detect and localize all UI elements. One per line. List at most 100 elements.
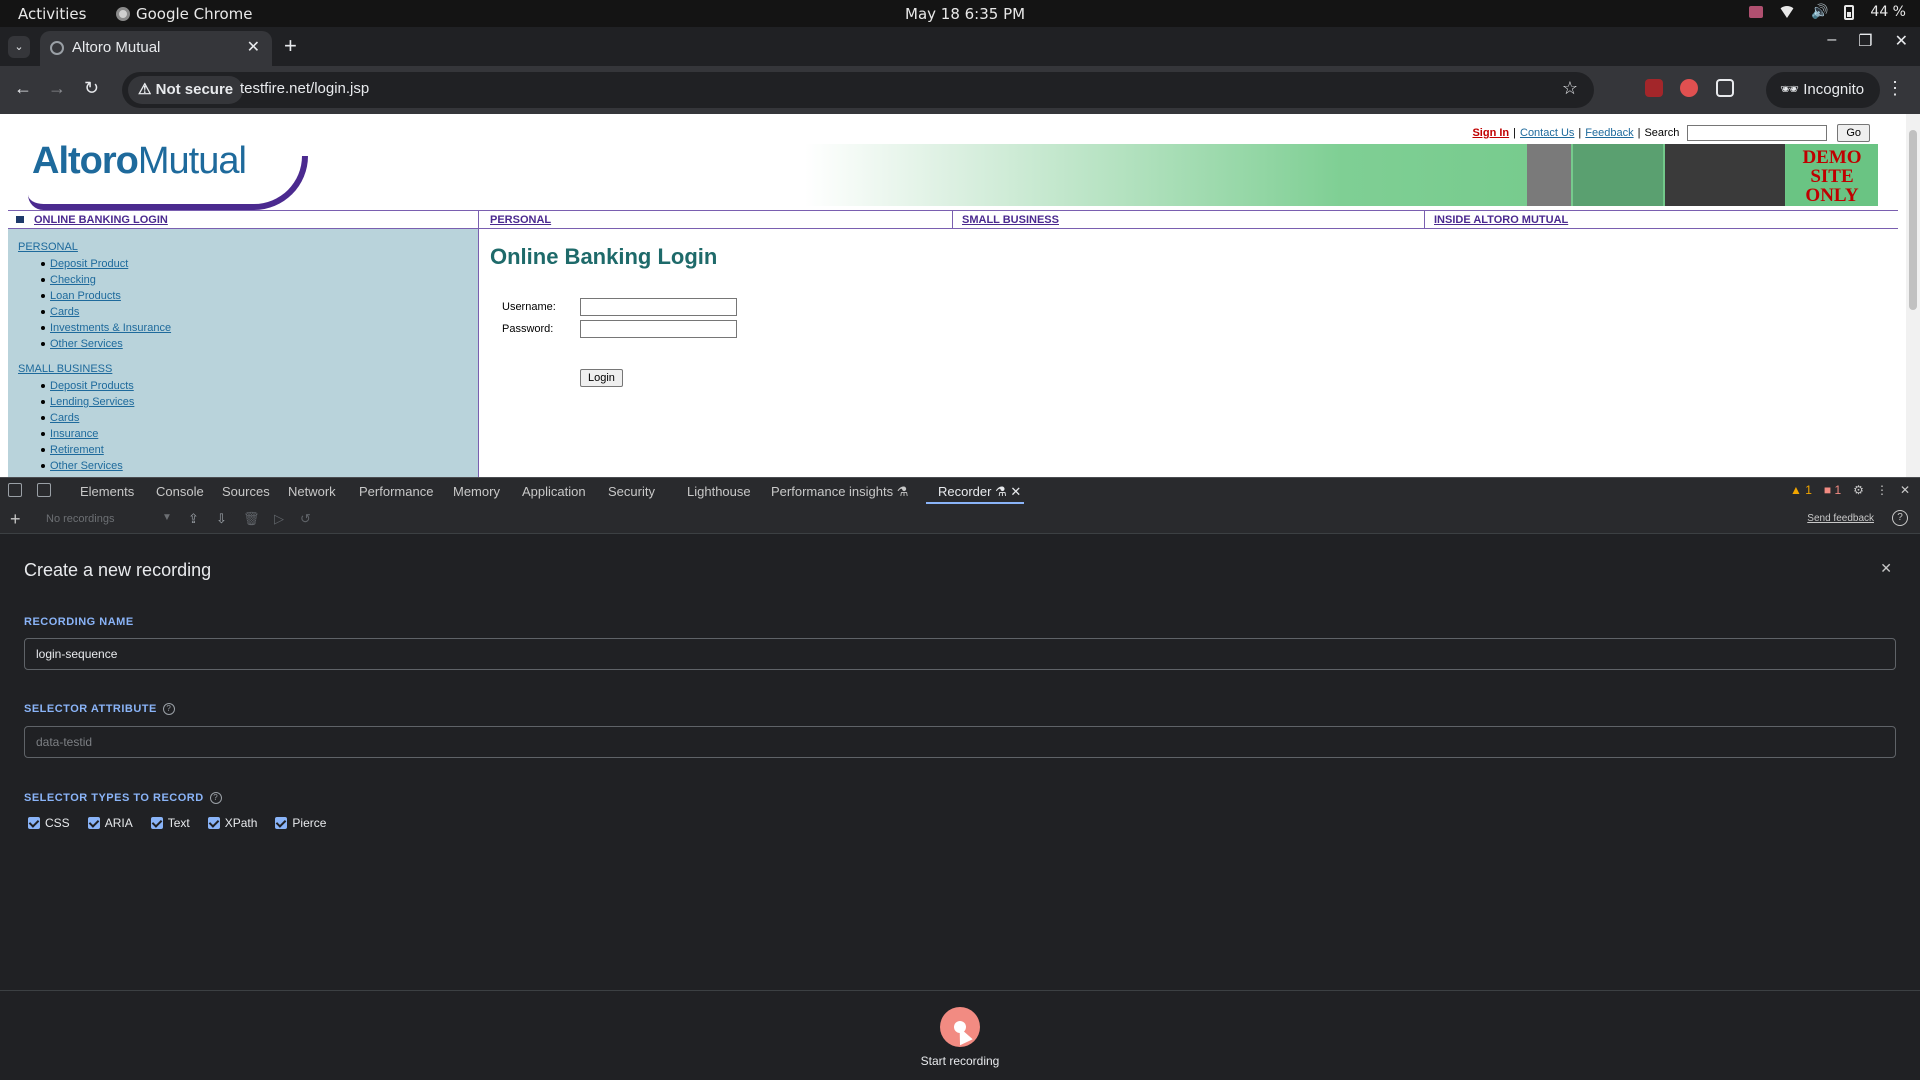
back-icon[interactable]: ← bbox=[14, 78, 32, 99]
import-icon[interactable]: ⇩ bbox=[216, 511, 227, 527]
checkbox-pierce[interactable]: Pierce bbox=[275, 816, 326, 830]
nav-online-banking-login[interactable]: ONLINE BANKING LOGIN bbox=[16, 211, 168, 229]
sidebar-item[interactable]: Other Services bbox=[40, 458, 134, 474]
warning-count[interactable]: ▲ 1 bbox=[1790, 483, 1812, 497]
bookmark-star-icon[interactable]: ☆ bbox=[1562, 78, 1578, 99]
device-toolbar-icon[interactable] bbox=[37, 483, 51, 497]
app-menu[interactable]: Google Chrome bbox=[116, 5, 253, 23]
go-button[interactable]: Go bbox=[1837, 124, 1870, 142]
checkbox-checked-icon[interactable] bbox=[275, 817, 288, 829]
sidebar-item[interactable]: Deposit Products bbox=[40, 378, 134, 394]
tab-sources[interactable]: Sources bbox=[222, 484, 270, 499]
nav-personal[interactable]: PERSONAL bbox=[490, 211, 551, 229]
battery-icon bbox=[1844, 4, 1855, 20]
selector-attribute-input[interactable]: data-testid bbox=[24, 726, 1896, 758]
login-button[interactable]: Login bbox=[580, 369, 623, 387]
new-tab-button[interactable]: + bbox=[284, 33, 297, 59]
username-field[interactable] bbox=[580, 298, 737, 316]
sidebar-item[interactable]: Insurance bbox=[40, 426, 134, 442]
create-recording-button[interactable]: + bbox=[10, 509, 21, 530]
password-field[interactable] bbox=[580, 320, 737, 338]
close-recorder-tab-icon[interactable]: ✕ bbox=[1010, 484, 1021, 499]
nav-inside-altoro[interactable]: INSIDE ALTORO MUTUAL bbox=[1434, 211, 1568, 229]
tab-lighthouse[interactable]: Lighthouse bbox=[687, 484, 751, 499]
tab-elements[interactable]: Elements bbox=[80, 484, 134, 499]
chrome-menu-icon[interactable]: ⋮ bbox=[1886, 78, 1904, 99]
sidebar-small-business-title[interactable]: SMALL BUSINESS bbox=[18, 363, 112, 375]
replay-settings-icon[interactable]: ↺ bbox=[300, 511, 311, 527]
close-window-icon[interactable]: ✕ bbox=[1895, 31, 1908, 51]
browser-tab[interactable]: Altoro Mutual ✕ bbox=[40, 31, 272, 66]
scrollbar-thumb[interactable] bbox=[1909, 130, 1917, 310]
clock[interactable]: May 18 6:35 PM bbox=[905, 5, 1025, 23]
sidebar-item[interactable]: Loan Products bbox=[40, 288, 171, 304]
tab-network[interactable]: Network bbox=[288, 484, 336, 499]
chevron-down-icon[interactable]: ▼ bbox=[162, 512, 172, 523]
site-search-input[interactable] bbox=[1687, 125, 1828, 141]
delete-icon[interactable]: 🗑 bbox=[243, 511, 260, 527]
address-bar[interactable]: ⚠ Not secure testfire.net/login.jsp ☆ bbox=[122, 72, 1594, 108]
forward-icon[interactable]: → bbox=[48, 78, 66, 99]
tab-memory[interactable]: Memory bbox=[453, 484, 500, 499]
sidebar-item[interactable]: Cards bbox=[40, 304, 171, 320]
close-devtools-icon[interactable]: ✕ bbox=[1900, 483, 1910, 497]
sidebar-item[interactable]: Lending Services bbox=[40, 394, 134, 410]
contact-us-link[interactable]: Contact Us bbox=[1520, 127, 1574, 139]
extension-icon[interactable] bbox=[1680, 79, 1698, 97]
recordings-select[interactable]: No recordings bbox=[46, 513, 114, 525]
minimize-icon[interactable]: – bbox=[1827, 31, 1836, 51]
sidebar-item[interactable]: Cards bbox=[40, 410, 134, 426]
feedback-link[interactable]: Feedback bbox=[1585, 127, 1633, 139]
tab-console[interactable]: Console bbox=[156, 484, 204, 499]
start-recording-label[interactable]: Start recording bbox=[0, 1054, 1920, 1068]
ublock-icon[interactable] bbox=[1645, 79, 1663, 97]
checkbox-aria[interactable]: ARIA bbox=[87, 816, 133, 830]
replay-icon[interactable]: ▷ bbox=[274, 511, 284, 527]
send-feedback-link[interactable]: Send feedback bbox=[1807, 513, 1874, 524]
checkbox-css[interactable]: CSS bbox=[28, 816, 70, 830]
tab-strip: ⌄ Altoro Mutual ✕ + – ❐ ✕ bbox=[0, 27, 1920, 66]
restore-icon[interactable]: ❐ bbox=[1858, 31, 1872, 51]
puzzle-extensions-icon[interactable] bbox=[1716, 79, 1734, 97]
error-count[interactable]: ■ 1 bbox=[1824, 483, 1841, 497]
sidebar-item[interactable]: Retirement bbox=[40, 442, 134, 458]
tab-search-button[interactable]: ⌄ bbox=[8, 36, 30, 58]
recording-name-input[interactable]: login-sequence bbox=[24, 638, 1896, 670]
tab-recorder[interactable]: Recorder ⚗ ✕ bbox=[938, 484, 1021, 500]
tab-security[interactable]: Security bbox=[608, 484, 655, 499]
sign-in-link[interactable]: Sign In bbox=[1472, 127, 1509, 139]
security-chip[interactable]: ⚠ Not secure bbox=[128, 76, 244, 104]
reload-icon[interactable]: ↻ bbox=[84, 78, 99, 99]
inspect-element-icon[interactable] bbox=[8, 483, 22, 497]
sidebar-item[interactable]: Investments & Insurance bbox=[40, 320, 171, 336]
altoro-logo[interactable]: AltoroMutual bbox=[28, 136, 308, 210]
checkbox-checked-icon[interactable] bbox=[150, 817, 163, 829]
close-tab-icon[interactable]: ✕ bbox=[247, 37, 260, 57]
help-circle-icon[interactable]: ? bbox=[209, 792, 222, 804]
settings-gear-icon[interactable]: ⚙ bbox=[1853, 483, 1864, 497]
tab-performance-insights[interactable]: Performance insights ⚗ bbox=[771, 484, 908, 500]
help-icon[interactable]: ? bbox=[1892, 510, 1908, 526]
tab-performance[interactable]: Performance bbox=[359, 484, 433, 499]
activities-button[interactable]: Activities bbox=[18, 5, 86, 23]
page-scrollbar[interactable] bbox=[1906, 114, 1920, 477]
sidebar-item[interactable]: Checking bbox=[40, 272, 171, 288]
tab-application[interactable]: Application bbox=[522, 484, 586, 499]
close-panel-icon[interactable]: ✕ bbox=[1880, 560, 1892, 577]
incognito-chip[interactable]: 🕶 Incognito bbox=[1766, 72, 1881, 108]
sidebar-item[interactable]: Deposit Product bbox=[40, 256, 171, 272]
system-tray[interactable]: 🔊 44 % bbox=[1748, 4, 1906, 20]
url-text[interactable]: testfire.net/login.jsp bbox=[240, 80, 369, 97]
checkbox-checked-icon[interactable] bbox=[207, 817, 220, 829]
nav-small-business[interactable]: SMALL BUSINESS bbox=[962, 211, 1059, 229]
checkbox-checked-icon[interactable] bbox=[28, 817, 40, 829]
sidebar-item[interactable]: Other Services bbox=[40, 336, 171, 352]
checkbox-text[interactable]: Text bbox=[150, 816, 190, 830]
devtools-status: ▲ 1 ■ 1 ⚙ ⋮ ✕ bbox=[1790, 483, 1910, 497]
export-icon[interactable]: ⇪ bbox=[188, 511, 199, 527]
help-circle-icon[interactable]: ? bbox=[162, 703, 175, 715]
checkbox-xpath[interactable]: XPath bbox=[207, 816, 257, 830]
checkbox-checked-icon[interactable] bbox=[87, 817, 100, 829]
sidebar-personal-title[interactable]: PERSONAL bbox=[18, 241, 78, 253]
devtools-menu-icon[interactable]: ⋮ bbox=[1876, 483, 1888, 497]
